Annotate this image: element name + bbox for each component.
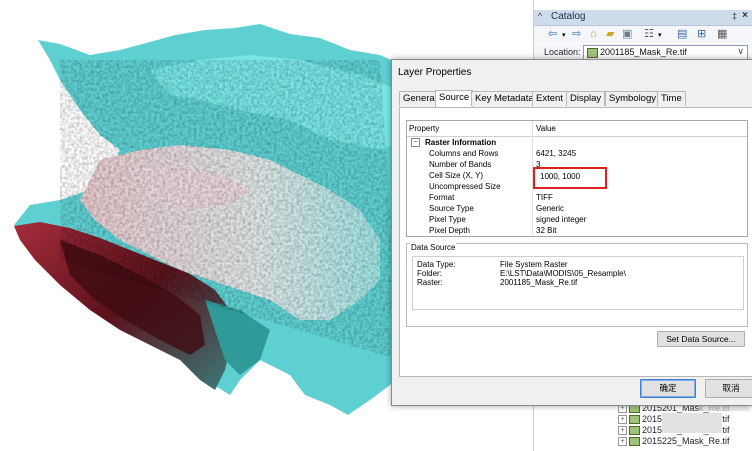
chevron-down-icon[interactable]: ∨ [737,46,744,57]
dropdown-icon[interactable]: ▾ [562,30,566,42]
catalog-toolbar: ⇦ ▾ ⇨ ⌂ ▰ ▣ ☷ ▾ ▤ ⊞ ▦ [534,26,752,43]
back-arrow-icon[interactable]: ⇦ [548,28,557,40]
location-value: 2001185_Mask_Re.tif [600,47,687,57]
contents-icon[interactable]: ▦ [717,28,727,40]
tab-display[interactable]: Display [566,91,606,106]
location-bar: Location: 2001185_Mask_Re.tif ∨ [534,44,752,60]
collapse-icon[interactable]: − [411,138,420,147]
raster-file-icon [629,426,640,436]
pin-icon[interactable]: ‡ [732,11,737,21]
table-row: Source Type Generic [407,203,747,214]
cell-size-highlight: 1000, 1000 [533,167,607,189]
folder-label: Folder: [417,269,442,278]
catalog-title: Catalog [551,11,586,22]
data-source-legend: Data Source [410,243,457,252]
raster-file-icon [629,437,640,447]
section-title: Raster Information [425,138,497,147]
row-key: Source Type [429,204,474,213]
grid-header: Property Value [407,121,747,137]
row-key: Format [429,193,455,202]
tab-extent[interactable]: Extent [532,91,567,106]
row-key: Number of Bands [429,160,492,169]
row-value: TIFF [536,193,553,202]
row-key: Columns and Rows [429,149,499,158]
row-value: signed integer [536,215,587,224]
source-tab-panel: Property Value − Raster Information Colu… [399,107,752,377]
toggle-tree-icon[interactable]: ⊞ [697,28,706,40]
location-combobox[interactable]: 2001185_Mask_Re.tif ∨ [583,45,748,60]
row-key: Pixel Depth [429,226,470,235]
data-source-details: Data Type: File System Raster Folder: E:… [412,256,744,310]
collapse-icon[interactable]: ^ [538,11,542,21]
watermark-blur [662,413,722,433]
value-column-header: Value [536,124,556,133]
cancel-button[interactable]: 取消 [705,379,752,398]
tab-source[interactable]: Source [435,90,474,107]
tab-time[interactable]: Time [657,91,686,106]
row-key: Uncompressed Size [429,182,501,191]
catalog-titlebar: ^ Catalog ‡ × [534,10,752,26]
raster-map-view[interactable] [0,0,420,451]
expand-icon[interactable]: + [618,437,627,447]
property-column-header: Property [409,124,440,133]
set-data-source-button[interactable]: Set Data Source... [657,331,745,347]
location-label: Location: [544,47,581,57]
forward-arrow-icon[interactable]: ⇨ [572,28,581,40]
table-row: Format TIFF [407,192,747,203]
row-value: Generic [536,204,565,213]
raster-value: 2001185_Mask_Re.tif [500,278,578,287]
data-source-group: Data Source Data Type: File System Raste… [406,243,748,347]
layer-properties-dialog: Layer Properties General Source Key Meta… [391,59,752,406]
dropdown-icon[interactable]: ▾ [658,30,662,42]
expand-icon[interactable]: + [618,426,627,436]
ok-button[interactable]: 确定 [640,379,696,398]
raster-information-section[interactable]: − Raster Information [407,137,747,148]
home-folder-icon[interactable]: ⌂ [590,28,597,40]
row-value: 32 Bit [536,226,557,235]
raster-label: Raster: [417,278,443,287]
connect-folder-icon[interactable]: ▰ [606,28,614,40]
view-options-icon[interactable]: ☷ [644,28,654,40]
folder-value: E:\LST\Data\MODIS\05_Resample\ [500,269,626,278]
table-row: Pixel Depth 32 Bit [407,225,747,236]
tab-key-metadata[interactable]: Key Metadata [471,91,538,106]
row-value: 6421, 3245 [536,149,577,158]
dialog-title: Layer Properties [398,67,472,78]
raster-file-icon [587,48,598,58]
new-item-icon[interactable]: ▤ [677,28,687,40]
data-type-label: Data Type: [417,260,456,269]
raster-file-icon [629,415,640,425]
tree-item-label: 2015225_Mask_Re.tif [642,436,730,446]
close-icon[interactable]: × [742,10,748,21]
expand-icon[interactable]: + [618,415,627,425]
row-key: Pixel Type [429,215,466,224]
property-grid[interactable]: Property Value − Raster Information Colu… [406,120,748,237]
tree-item[interactable]: +2015225_Mask_Re.tif [618,436,730,447]
disconnect-folder-icon[interactable]: ▣ [622,28,632,40]
table-row: Pixel Type signed integer [407,214,747,225]
cell-size-value: 1000, 1000 [540,172,581,181]
tab-symbology[interactable]: Symbology [605,91,660,106]
row-key: Cell Size (X, Y) [429,171,484,180]
data-type-value: File System Raster [500,260,568,269]
table-row: Columns and Rows 6421, 3245 [407,148,747,159]
